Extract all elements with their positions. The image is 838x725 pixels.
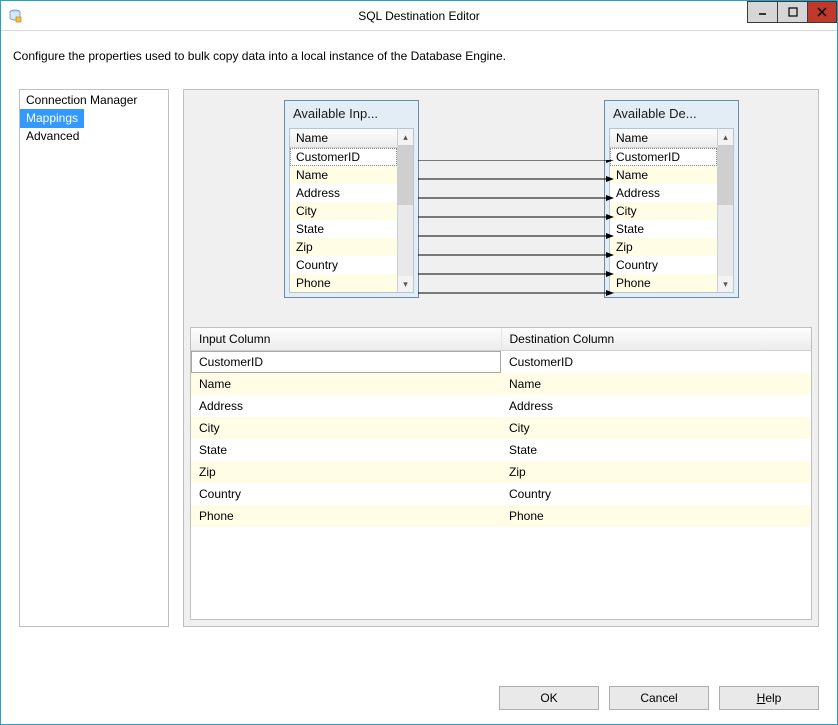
ok-button[interactable]: OK	[499, 686, 599, 710]
scroll-down-icon[interactable]: ▾	[718, 276, 733, 292]
table-row[interactable]: Address Address	[191, 395, 811, 417]
available-destination-title: Available De...	[605, 101, 738, 126]
cell-input[interactable]: Name	[191, 373, 501, 395]
table-row[interactable]: Zip Zip	[191, 461, 811, 483]
scroll-down-icon[interactable]: ▾	[398, 276, 413, 292]
list-item[interactable]: City	[290, 202, 397, 220]
body: Connection Manager Mappings Advanced Ava…	[1, 85, 837, 674]
scroll-thumb[interactable]	[718, 145, 733, 205]
dest-list-header[interactable]: Name	[610, 129, 717, 148]
cell-input[interactable]: Zip	[191, 461, 501, 483]
app-icon	[7, 8, 23, 24]
sql-destination-editor-window: SQL Destination Editor Configure the pro…	[0, 0, 838, 725]
maximize-button[interactable]	[777, 1, 807, 23]
mapping-diagram: Available Inp... Name CustomerID Name Ad…	[184, 100, 818, 320]
cell-input[interactable]: State	[191, 439, 501, 461]
table-row[interactable]: CustomerID CustomerID	[191, 351, 811, 373]
list-item[interactable]: Country	[610, 256, 717, 274]
dest-scrollbar[interactable]: ▴ ▾	[717, 129, 733, 292]
cell-input[interactable]: Country	[191, 483, 501, 505]
cell-input[interactable]: Address	[191, 395, 501, 417]
close-button[interactable]	[807, 1, 837, 23]
minimize-button[interactable]	[747, 1, 777, 23]
cell-dest[interactable]: Country	[501, 483, 811, 505]
window-title: SQL Destination Editor	[1, 9, 837, 23]
list-item[interactable]: City	[610, 202, 717, 220]
description-text: Configure the properties used to bulk co…	[1, 31, 837, 85]
table-row[interactable]: Phone Phone	[191, 505, 811, 527]
help-button[interactable]: Help	[719, 686, 819, 710]
cell-input[interactable]: Phone	[191, 505, 501, 527]
nav-panel: Connection Manager Mappings Advanced	[19, 89, 169, 627]
list-item[interactable]: Zip	[610, 238, 717, 256]
cell-dest[interactable]: CustomerID	[501, 351, 811, 373]
cell-dest[interactable]: Phone	[501, 505, 811, 527]
input-scrollbar[interactable]: ▴ ▾	[397, 129, 413, 292]
help-accelerator: H	[757, 691, 766, 705]
table-row[interactable]: Name Name	[191, 373, 811, 395]
list-item[interactable]: Phone	[290, 274, 397, 292]
scroll-up-icon[interactable]: ▴	[718, 129, 733, 145]
available-destination-list[interactable]: Name CustomerID Name Address City State …	[610, 129, 717, 292]
cell-dest[interactable]: State	[501, 439, 811, 461]
list-item[interactable]: Zip	[290, 238, 397, 256]
window-buttons	[747, 1, 837, 23]
mapping-table-body: CustomerID CustomerID Name Name Address …	[191, 351, 811, 619]
cell-dest[interactable]: City	[501, 417, 811, 439]
nav-mappings[interactable]: Mappings	[20, 109, 84, 128]
list-item[interactable]: Address	[610, 184, 717, 202]
table-row[interactable]: State State	[191, 439, 811, 461]
scroll-up-icon[interactable]: ▴	[398, 129, 413, 145]
titlebar[interactable]: SQL Destination Editor	[1, 1, 837, 31]
list-item[interactable]: Name	[610, 166, 717, 184]
available-destination-box[interactable]: Available De... Name CustomerID Name Add…	[604, 100, 739, 298]
list-item[interactable]: CustomerID	[610, 148, 717, 166]
cell-input[interactable]: CustomerID	[191, 351, 501, 373]
mapping-table-header[interactable]: Input Column Destination Column	[191, 328, 811, 351]
main-panel: Available Inp... Name CustomerID Name Ad…	[183, 89, 819, 627]
input-list-header[interactable]: Name	[290, 129, 397, 148]
list-item[interactable]: CustomerID	[290, 148, 397, 166]
nav-advanced[interactable]: Advanced	[20, 128, 85, 144]
available-input-title: Available Inp...	[285, 101, 418, 126]
dialog-buttons: OK Cancel Help	[1, 674, 837, 724]
list-item[interactable]: Name	[290, 166, 397, 184]
list-item[interactable]: Phone	[610, 274, 717, 292]
available-input-box[interactable]: Available Inp... Name CustomerID Name Ad…	[284, 100, 419, 298]
list-item[interactable]: State	[290, 220, 397, 238]
cancel-button[interactable]: Cancel	[609, 686, 709, 710]
header-input-column[interactable]: Input Column	[191, 328, 502, 350]
available-input-list[interactable]: Name CustomerID Name Address City State …	[290, 129, 397, 292]
cell-dest[interactable]: Name	[501, 373, 811, 395]
cell-input[interactable]: City	[191, 417, 501, 439]
cell-dest[interactable]: Address	[501, 395, 811, 417]
mapping-lines	[418, 160, 626, 310]
list-item[interactable]: Address	[290, 184, 397, 202]
scroll-thumb[interactable]	[398, 145, 413, 205]
nav-connection-manager[interactable]: Connection Manager	[20, 92, 143, 108]
mapping-table[interactable]: Input Column Destination Column Customer…	[190, 327, 812, 620]
list-item[interactable]: State	[610, 220, 717, 238]
table-row[interactable]: City City	[191, 417, 811, 439]
header-destination-column[interactable]: Destination Column	[502, 328, 812, 350]
table-row[interactable]: Country Country	[191, 483, 811, 505]
list-item[interactable]: Country	[290, 256, 397, 274]
cell-dest[interactable]: Zip	[501, 461, 811, 483]
